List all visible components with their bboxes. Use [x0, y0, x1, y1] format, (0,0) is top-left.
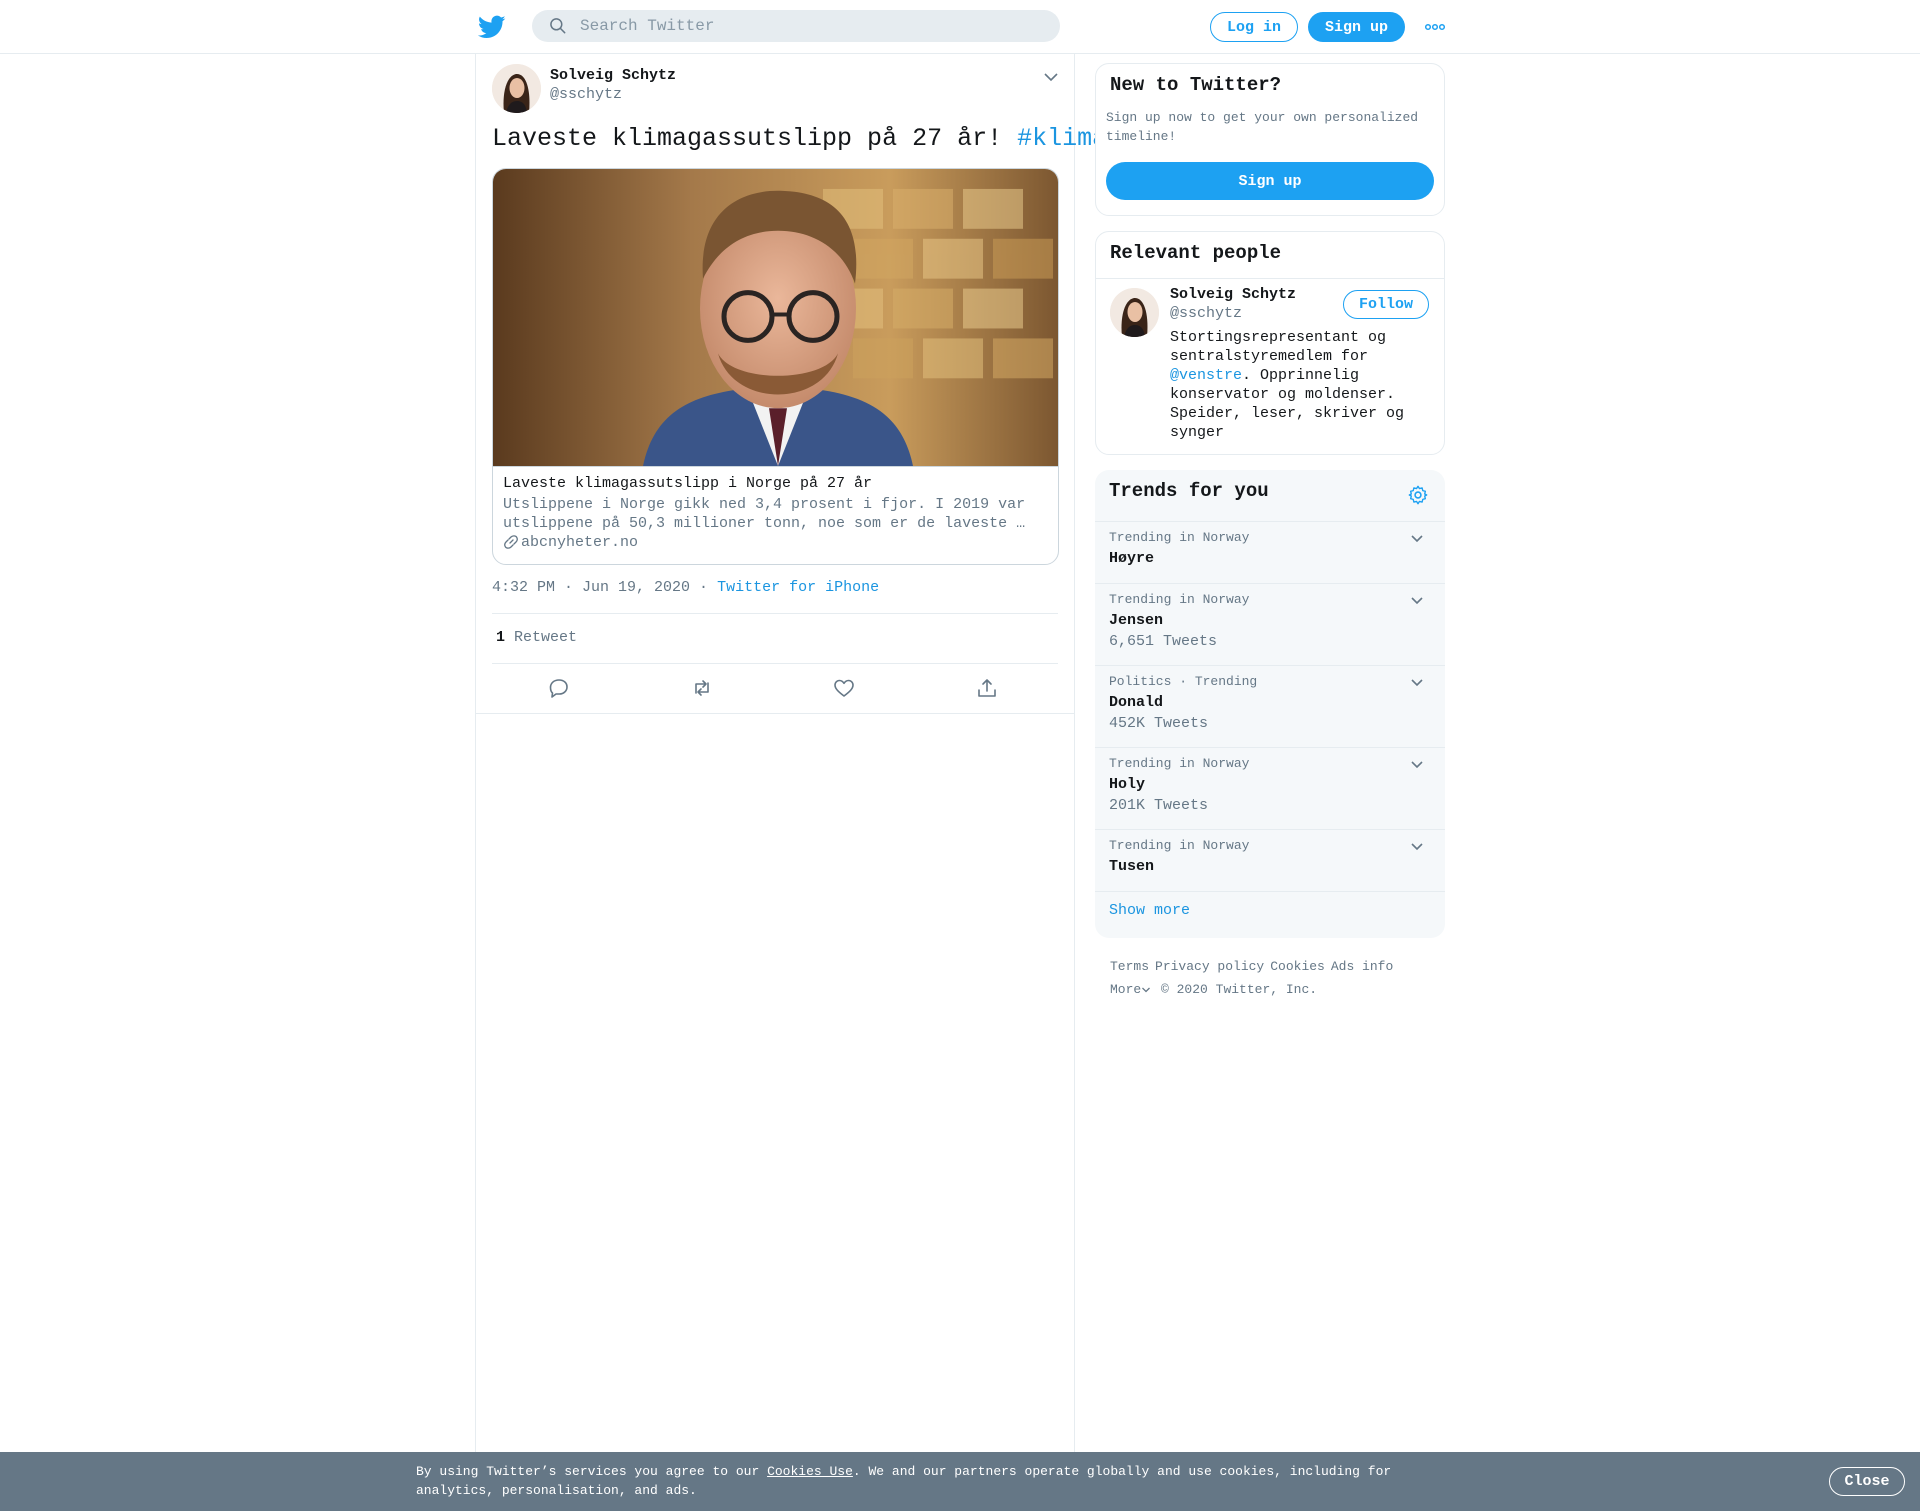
trend-item[interactable]: Trending in Norway Holy 201K Tweets	[1095, 747, 1445, 829]
trend-context: Politics · Trending	[1109, 674, 1258, 689]
chevron-down-icon[interactable]	[1409, 675, 1425, 691]
trend-name: Tusen	[1109, 858, 1155, 875]
more-options-icon[interactable]	[1424, 20, 1446, 34]
card-description: Utslippene i Norge gikk ned 3,4 prosent …	[503, 496, 1026, 532]
trend-item[interactable]: Trending in Norway Tusen	[1095, 829, 1445, 891]
divider	[492, 613, 1058, 614]
trend-name: Holy	[1109, 776, 1146, 793]
tweet-timestamp[interactable]: 4:32 PM · Jun 19, 2020	[492, 579, 690, 596]
person-handle[interactable]: @sschytz	[1170, 305, 1242, 322]
like-heart-icon[interactable]	[833, 677, 855, 699]
gear-icon[interactable]	[1407, 484, 1429, 506]
trends-panel: Trends for you Trending in Norway Høyre …	[1095, 470, 1445, 938]
retweet-stats[interactable]: 1 Retweet	[496, 629, 577, 646]
trend-item[interactable]: Trending in Norway Høyre	[1095, 521, 1445, 583]
retweet-icon[interactable]	[691, 677, 713, 699]
trend-tweet-count: 6,651 Tweets	[1109, 633, 1218, 650]
trend-context: Trending in Norway	[1109, 838, 1250, 853]
tweet-text-body: Laveste klimagassutslipp på 27 år!	[492, 124, 1018, 153]
bio-text: Stortingsrepresentant og sentralstyremed…	[1170, 329, 1387, 365]
card-image	[493, 169, 1058, 467]
twitter-bird-icon[interactable]	[478, 13, 506, 41]
hashtag-link[interactable]: #klima	[1017, 124, 1107, 153]
mention-link[interactable]: @venstre	[1170, 367, 1242, 384]
divider	[1095, 891, 1445, 892]
sidebar-footer: Terms Privacy policy Cookies Ads info More …	[1110, 955, 1430, 1001]
relevant-people-panel: Relevant people Solveig Schytz @sschytz …	[1095, 231, 1445, 455]
login-button[interactable]: Log in	[1210, 12, 1298, 42]
cookies-use-link[interactable]: Cookies Use	[767, 1464, 853, 1479]
new-to-twitter-panel: New to Twitter? Sign up now to get your …	[1095, 63, 1445, 216]
panel-title: New to Twitter?	[1110, 74, 1282, 96]
card-title[interactable]: Laveste klimagassutslipp i Norge på 27 å…	[503, 475, 872, 492]
main-column: Solveig Schytz @sschytz Laveste klimagas…	[475, 54, 1107, 1454]
person-avatar[interactable]	[1110, 288, 1159, 337]
footer-copyright: © 2020 Twitter, Inc.	[1161, 982, 1318, 997]
chevron-down-icon[interactable]	[1409, 839, 1425, 855]
trend-name: Høyre	[1109, 550, 1155, 567]
panel-subtitle: Sign up now to get your own personalized…	[1106, 110, 1419, 144]
reply-icon[interactable]	[548, 677, 570, 699]
tweet-source-link[interactable]: Twitter for iPhone	[717, 579, 879, 596]
person-bio: Stortingsrepresentant og sentralstyremed…	[1170, 328, 1430, 442]
link-icon	[504, 535, 518, 549]
trend-tweet-count: 201K Tweets	[1109, 797, 1209, 814]
cookie-text-body: By using Twitter’s services you agree to…	[416, 1464, 768, 1479]
sidebar-signup-button[interactable]: Sign up	[1106, 162, 1434, 200]
show-more-link[interactable]: Show more	[1109, 902, 1190, 919]
divider	[1096, 278, 1444, 279]
tweet-bottom-border	[476, 713, 1074, 714]
chevron-down-icon[interactable]	[1042, 68, 1060, 86]
cookie-banner: By using Twitter’s services you agree to…	[0, 1452, 1920, 1511]
top-navigation-bar: Log in Sign up	[0, 0, 1920, 54]
chevron-down-icon[interactable]	[1409, 757, 1425, 773]
cookie-close-button[interactable]: Close	[1829, 1467, 1905, 1496]
footer-more-label: More	[1110, 982, 1142, 997]
trend-context: Trending in Norway	[1109, 530, 1250, 545]
cookie-banner-text: By using Twitter’s services you agree to…	[416, 1462, 1416, 1500]
footer-link-privacy[interactable]: Privacy policy	[1155, 959, 1264, 974]
retweet-stats-label: Retweet	[514, 629, 578, 646]
chevron-down-icon[interactable]	[1409, 531, 1425, 547]
author-name[interactable]: Solveig Schytz	[550, 67, 676, 84]
search-input[interactable]	[580, 10, 1050, 42]
trend-context: Trending in Norway	[1109, 592, 1250, 607]
card-domain: abcnyheter.no	[521, 534, 639, 551]
avatar-portrait-icon	[1110, 288, 1159, 337]
tweet: Solveig Schytz @sschytz Laveste klimagas…	[476, 54, 1107, 714]
trend-name: Jensen	[1109, 612, 1164, 629]
link-preview-card[interactable]: Laveste klimagassutslipp i Norge på 27 å…	[492, 168, 1059, 565]
author-avatar[interactable]	[492, 64, 541, 113]
panel-title: Relevant people	[1110, 242, 1282, 264]
meta-separator: ·	[690, 579, 718, 596]
trend-context: Trending in Norway	[1109, 756, 1250, 771]
search-icon	[550, 18, 566, 34]
signup-button[interactable]: Sign up	[1308, 12, 1405, 42]
trend-name: Donald	[1109, 694, 1164, 711]
chevron-down-icon	[1142, 987, 1151, 992]
share-icon[interactable]	[976, 677, 998, 699]
panel-title: Trends for you	[1109, 480, 1269, 502]
footer-link-cookies[interactable]: Cookies	[1270, 959, 1325, 974]
chevron-down-icon[interactable]	[1409, 593, 1425, 609]
tweet-metadata: 4:32 PM · Jun 19, 2020 · Twitter for iPh…	[492, 579, 879, 596]
divider	[492, 663, 1058, 664]
person-name[interactable]: Solveig Schytz	[1170, 286, 1296, 303]
footer-link-ads-info[interactable]: Ads info	[1331, 959, 1393, 974]
avatar-portrait-icon	[492, 64, 541, 113]
author-handle[interactable]: @sschytz	[550, 86, 622, 103]
follow-button[interactable]: Follow	[1343, 290, 1429, 319]
tweet-text: Laveste klimagassutslipp på 27 år! #klim…	[492, 124, 1107, 153]
trend-item[interactable]: Politics · Trending Donald 452K Tweets	[1095, 665, 1445, 747]
footer-link-terms[interactable]: Terms	[1110, 959, 1149, 974]
trend-tweet-count: 452K Tweets	[1109, 715, 1209, 732]
footer-more-menu[interactable]: More	[1110, 982, 1151, 997]
retweet-count: 1	[496, 629, 506, 646]
trend-item[interactable]: Trending in Norway Jensen 6,651 Tweets	[1095, 583, 1445, 665]
